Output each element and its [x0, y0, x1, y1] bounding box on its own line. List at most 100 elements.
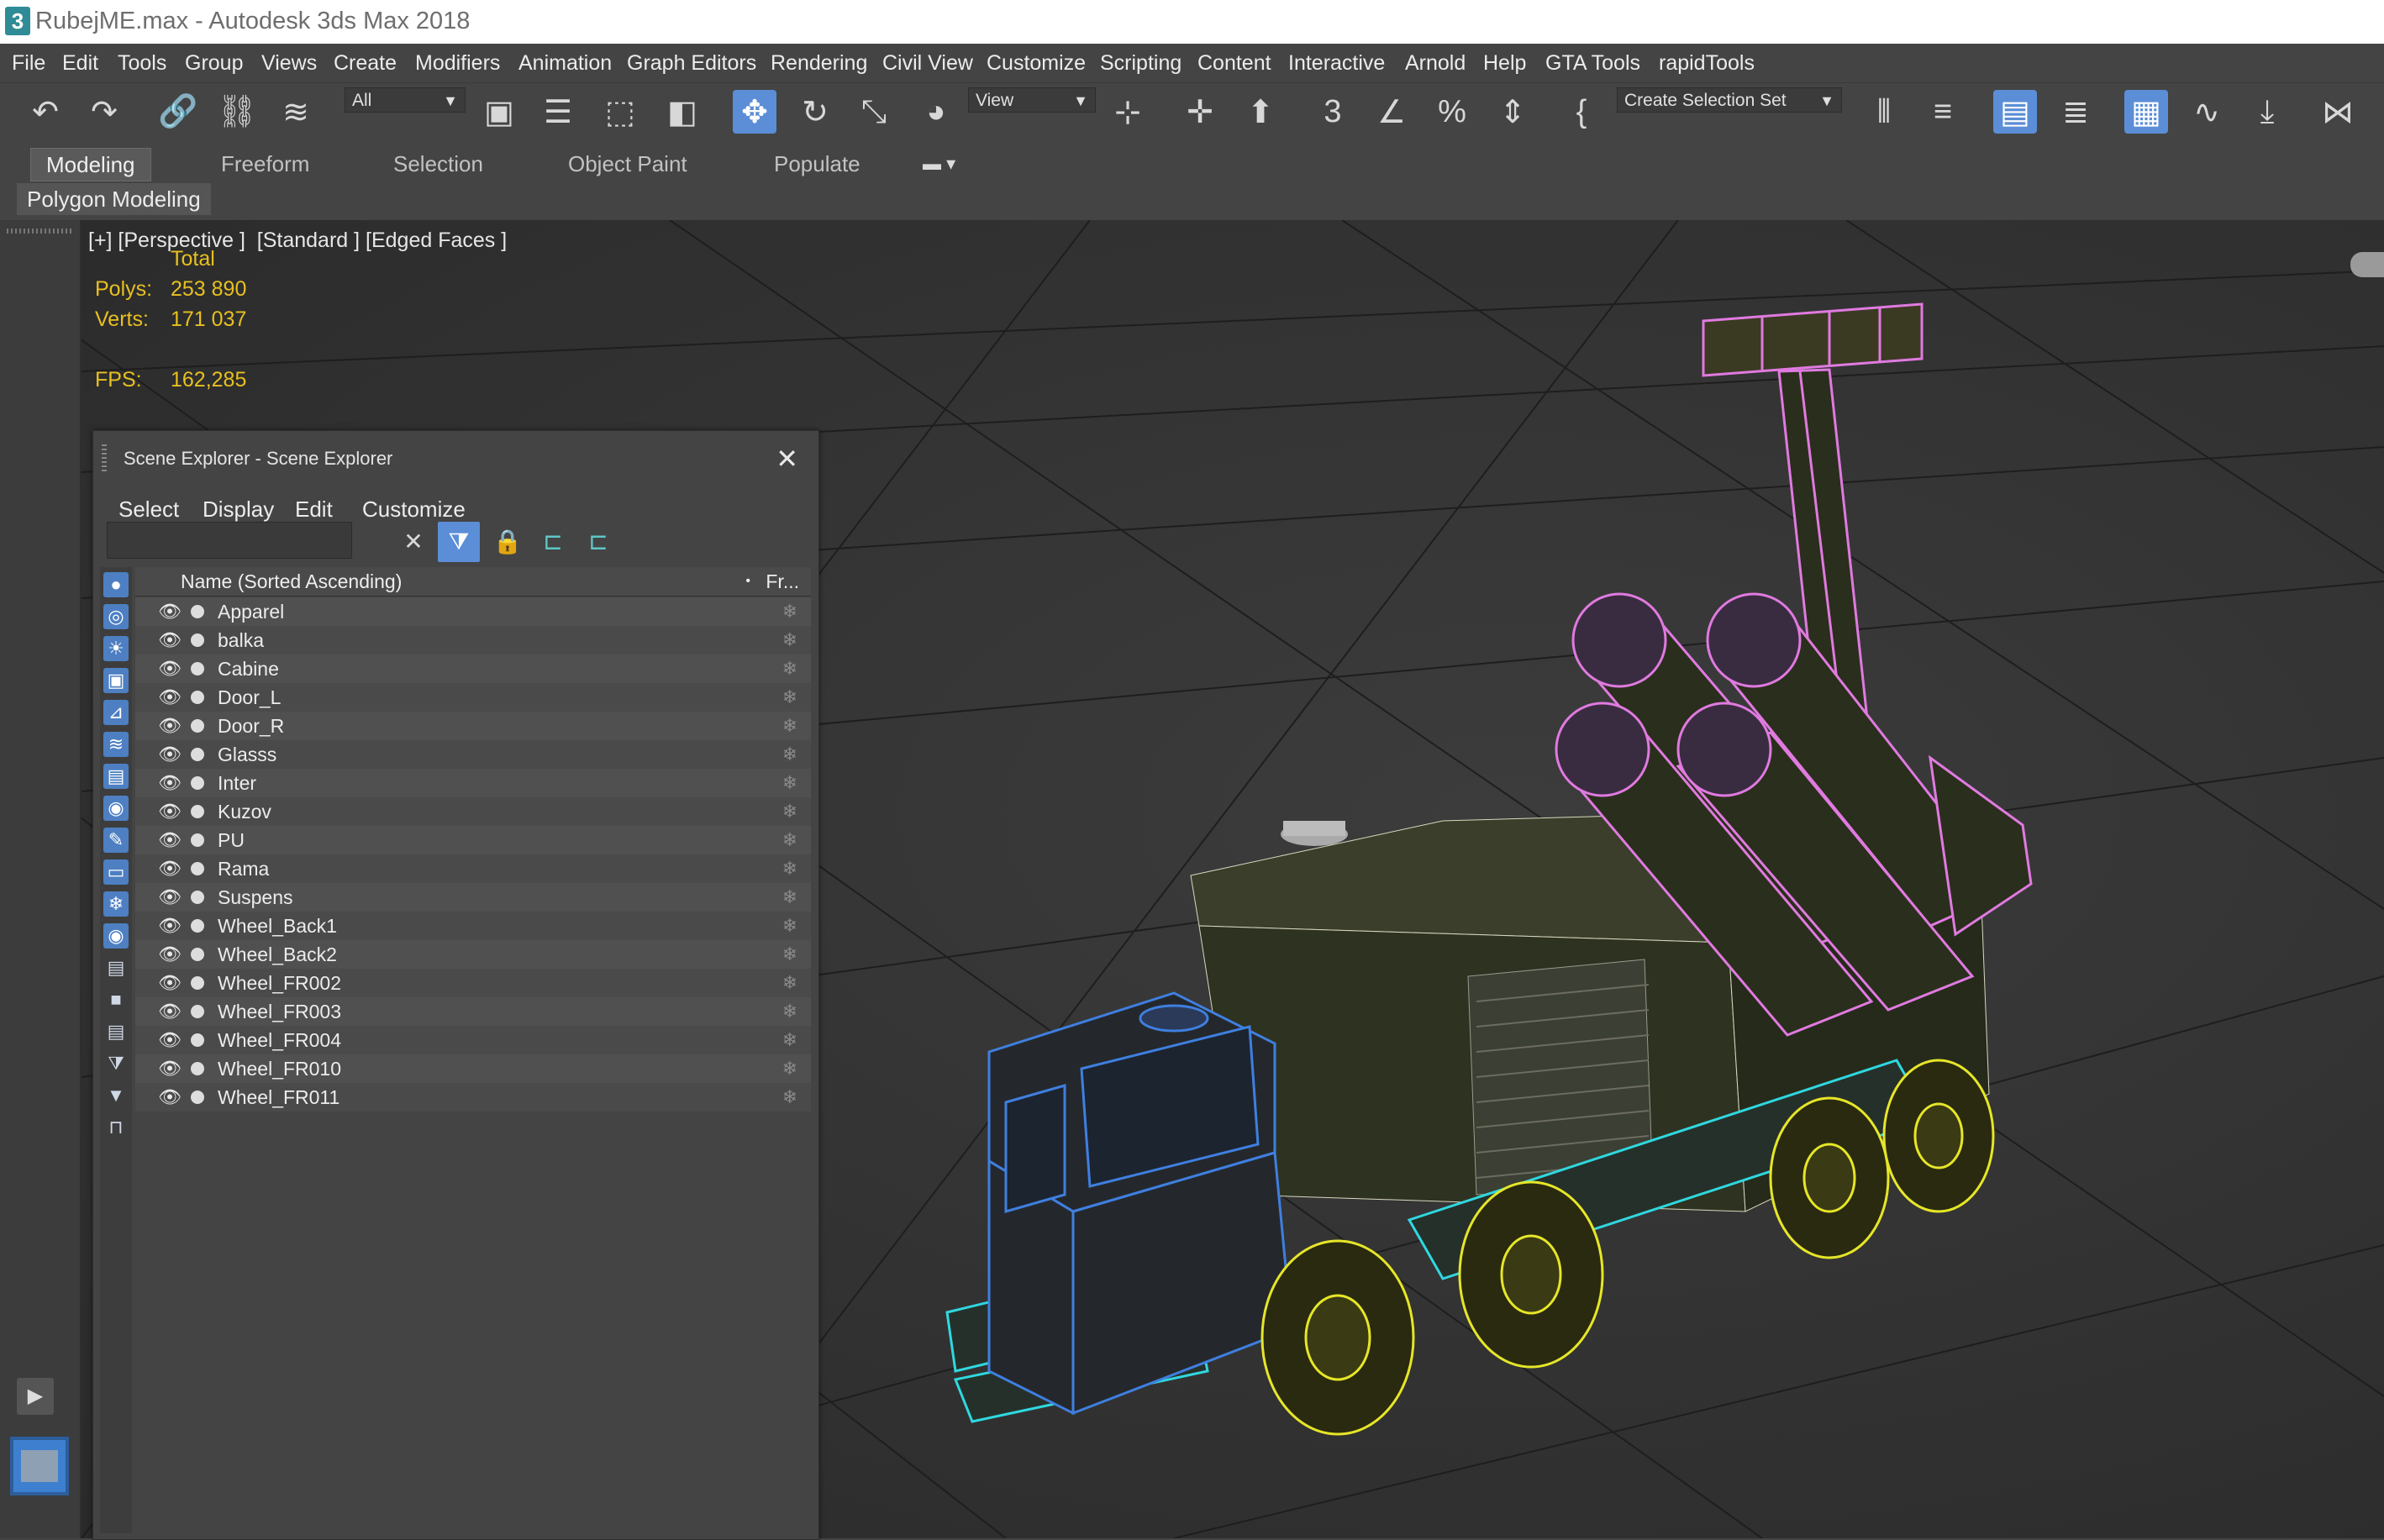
curve-editor-icon[interactable]: ∿ [2185, 90, 2229, 134]
render-dot-icon[interactable] [191, 719, 204, 733]
list-item[interactable]: 👁 Suspens ❄ [135, 883, 811, 912]
eye-icon[interactable]: 👁 [157, 597, 182, 626]
list-item[interactable]: 👁 Inter ❄ [135, 769, 811, 797]
eye-icon[interactable]: 👁 [157, 797, 182, 826]
freeze-icon[interactable]: ❄ [782, 597, 797, 626]
menu-file[interactable]: File [8, 44, 49, 82]
menu-views[interactable]: Views [258, 44, 320, 82]
menu-customize[interactable]: Customize [983, 44, 1089, 82]
render-dot-icon[interactable] [191, 1062, 204, 1075]
rect-selection-region-icon[interactable]: ⬚ [598, 90, 642, 134]
list-item[interactable]: 👁 Wheel_FR004 ❄ [135, 1026, 811, 1054]
render-dot-icon[interactable] [191, 1091, 204, 1104]
render-dot-icon[interactable] [191, 805, 204, 818]
filter-toggle-icon[interactable]: ⧩ [103, 1051, 129, 1076]
ribbon-tab-populate[interactable]: Populate [774, 148, 860, 180]
render-dot-icon[interactable] [191, 605, 204, 618]
menu-arnold[interactable]: Arnold [1402, 44, 1469, 82]
close-icon[interactable]: ✕ [776, 431, 798, 486]
freeze-icon[interactable]: ❄ [782, 712, 797, 740]
display-cameras-icon[interactable]: ▣ [103, 668, 129, 693]
drag-grip[interactable] [7, 229, 72, 234]
eye-icon[interactable]: 👁 [157, 769, 182, 797]
unlink-icon[interactable]: ⛓ [215, 90, 259, 134]
keyboard-shortcut-override-icon[interactable]: ⬆ [1239, 90, 1282, 134]
list-item[interactable]: 👁 Wheel_FR002 ❄ [135, 969, 811, 997]
list-item[interactable]: 👁 Door_R ❄ [135, 712, 811, 740]
freeze-icon[interactable]: ❄ [782, 997, 797, 1026]
polygon-modeling-panel[interactable]: Polygon Modeling [17, 183, 211, 215]
select-and-move-icon[interactable]: ✥ [733, 90, 776, 134]
menu-civil-view[interactable]: Civil View [879, 44, 976, 82]
angle-snap-icon[interactable]: ∠ [1370, 90, 1413, 134]
eye-icon[interactable]: 👁 [157, 1054, 182, 1083]
eye-icon[interactable]: 👁 [157, 854, 182, 883]
menu-content[interactable]: Content [1194, 44, 1275, 82]
freeze-icon[interactable]: ❄ [782, 883, 797, 912]
render-dot-icon[interactable] [191, 691, 204, 704]
select-by-name-icon[interactable]: ☰ [536, 90, 580, 134]
edit-named-selection-icon[interactable]: { [1560, 90, 1603, 134]
freeze-icon[interactable]: ❄ [782, 912, 797, 940]
expand-arrow-icon[interactable]: ▶ [17, 1378, 54, 1415]
schematic-view-icon[interactable]: ⤓ [2245, 90, 2289, 134]
list-item[interactable]: 👁 Wheel_Back1 ❄ [135, 912, 811, 940]
freeze-icon[interactable]: ❄ [782, 626, 797, 654]
se-menu-edit[interactable]: Edit [295, 497, 333, 523]
drag-grip[interactable] [102, 444, 107, 473]
select-manipulate-icon[interactable]: ✛ [1178, 90, 1222, 134]
align-icon[interactable]: ≡ [1921, 90, 1965, 134]
se-menu-select[interactable]: Select [118, 497, 179, 523]
eye-icon[interactable]: 👁 [157, 654, 182, 683]
freeze-icon[interactable]: ❄ [782, 940, 797, 969]
toggle-ribbon-icon[interactable]: ▦ [2124, 90, 2168, 134]
list-item[interactable]: 👁 balka ❄ [135, 626, 811, 654]
eye-icon[interactable]: 👁 [157, 712, 182, 740]
select-object-icon[interactable]: ▣ [477, 90, 521, 134]
menu-create[interactable]: Create [330, 44, 400, 82]
render-dot-icon[interactable] [191, 891, 204, 904]
menu-help[interactable]: Help [1480, 44, 1529, 82]
eye-icon[interactable]: 👁 [157, 883, 182, 912]
menu-rapidtools[interactable]: rapidTools [1655, 44, 1758, 82]
render-dot-icon[interactable] [191, 919, 204, 933]
menu-scripting[interactable]: Scripting [1097, 44, 1185, 82]
display-frozen-icon[interactable]: ❄ [103, 891, 129, 917]
eye-icon[interactable]: 👁 [157, 997, 182, 1026]
lock-icon[interactable]: 🔒 [487, 522, 529, 562]
named-selection-sets-dropdown[interactable]: Create Selection Set ▼ [1617, 87, 1842, 113]
render-dot-icon[interactable] [191, 662, 204, 675]
freeze-icon[interactable]: ❄ [782, 969, 797, 997]
display-none-filter-icon[interactable]: ■ [103, 987, 129, 1012]
eye-icon[interactable]: 👁 [157, 912, 182, 940]
render-dot-icon[interactable] [191, 748, 204, 761]
display-hidden-icon[interactable]: ◉ [103, 923, 129, 949]
freeze-icon[interactable]: ❄ [782, 826, 797, 854]
ribbon-tab-object-paint[interactable]: Object Paint [568, 148, 687, 180]
select-and-scale-icon[interactable]: ⤡ [852, 90, 896, 134]
freeze-icon[interactable]: ❄ [782, 854, 797, 883]
list-item[interactable]: 👁 PU ❄ [135, 826, 811, 854]
selection-filter-dropdown[interactable]: All ▼ [345, 87, 466, 113]
list-item[interactable]: 👁 Wheel_FR003 ❄ [135, 997, 811, 1026]
freeze-icon[interactable]: ❄ [782, 1083, 797, 1112]
se-menu-display[interactable]: Display [203, 497, 274, 523]
list-item[interactable]: 👁 Apparel ❄ [135, 597, 811, 626]
freeze-icon[interactable]: ❄ [782, 740, 797, 769]
funnel-icon[interactable]: ▼ [103, 1083, 129, 1108]
spinner-snap-icon[interactable]: ⇕ [1491, 90, 1534, 134]
display-containers-icon[interactable]: ▭ [103, 859, 129, 885]
menu-interactive[interactable]: Interactive [1285, 44, 1388, 82]
scene-explorer-search-input[interactable] [107, 522, 352, 559]
clear-search-icon[interactable]: ✕ [392, 522, 434, 562]
eye-icon[interactable]: 👁 [157, 683, 182, 712]
display-all-icon[interactable]: ▤ [103, 955, 129, 980]
sort-layer-icon[interactable]: ⊏ [577, 522, 619, 562]
eye-icon[interactable]: 👁 [157, 1026, 182, 1054]
render-dot-icon[interactable] [191, 862, 204, 875]
display-groups-icon[interactable]: ▤ [103, 764, 129, 789]
select-and-rotate-icon[interactable]: ↻ [793, 90, 837, 134]
freeze-icon[interactable]: ❄ [782, 1026, 797, 1054]
menu-edit[interactable]: Edit [59, 44, 102, 82]
menu-animation[interactable]: Animation [515, 44, 615, 82]
